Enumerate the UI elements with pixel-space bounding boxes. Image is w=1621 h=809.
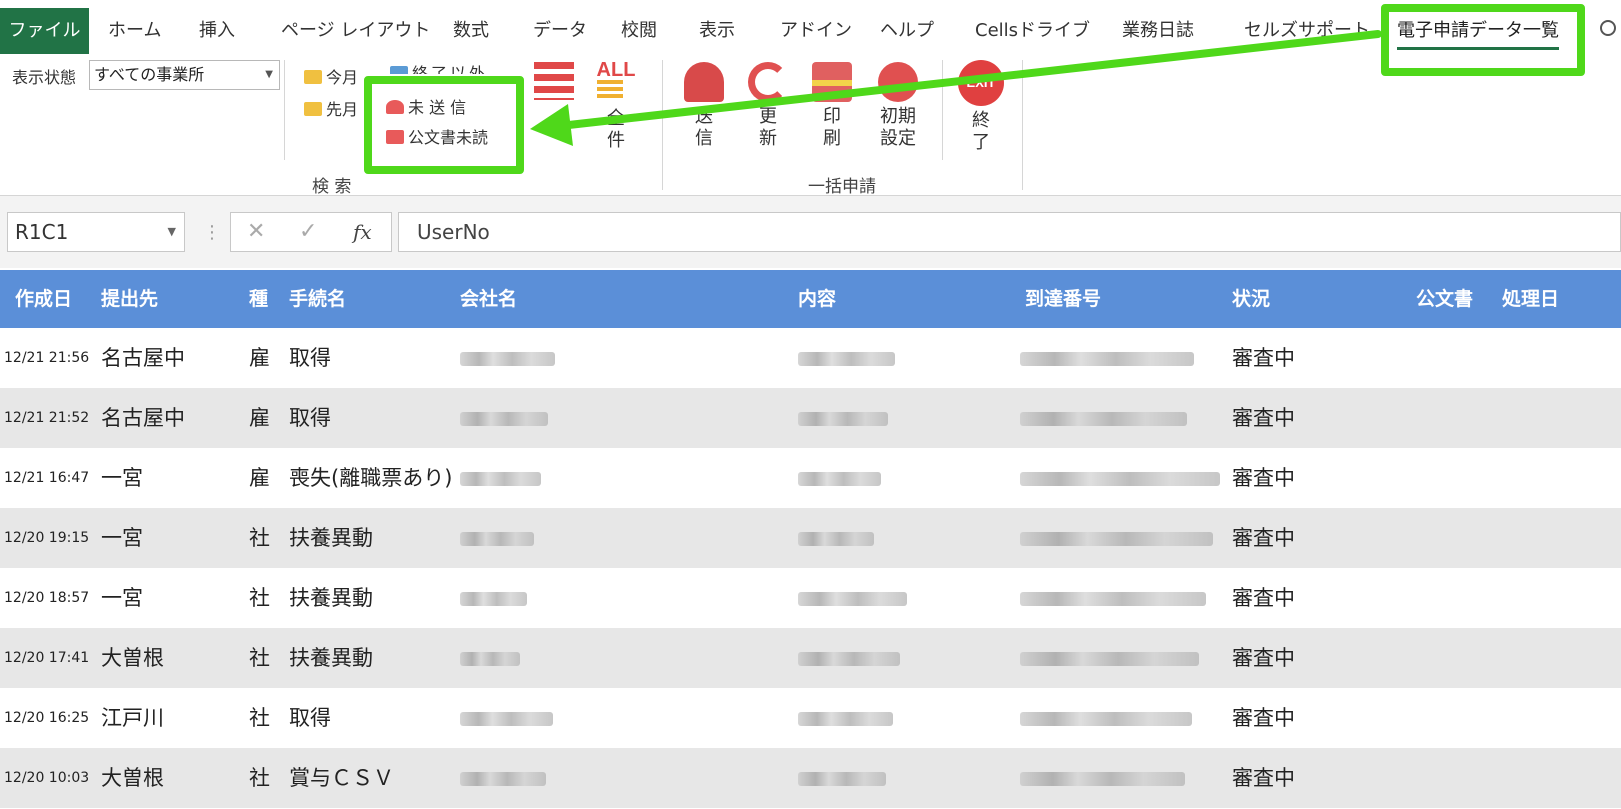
annotation-arrow — [530, 30, 1382, 146]
arrow-head — [530, 104, 573, 146]
arrow-shaft — [556, 30, 1382, 130]
excel-window: { "tabs": { "file": "ファイル", "home": "ホーム… — [0, 0, 1621, 809]
